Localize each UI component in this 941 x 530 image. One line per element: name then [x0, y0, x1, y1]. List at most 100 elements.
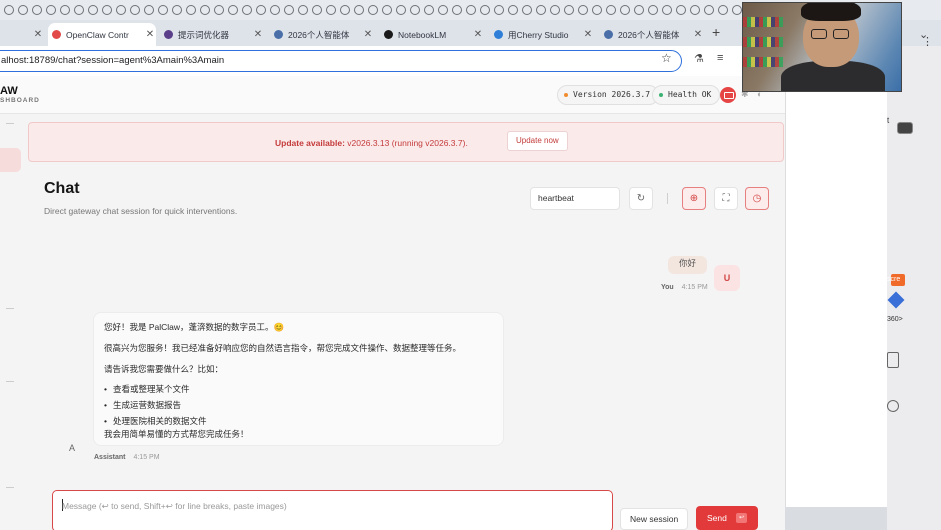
assistant-closing: 我会用简单易懂的方式帮您完成任务！: [104, 429, 249, 439]
bookmark-icon[interactable]: [564, 5, 574, 15]
close-icon[interactable]: ✕: [362, 29, 374, 40]
background-window: t scre 360>: [887, 46, 941, 530]
bookmark-icon[interactable]: [578, 5, 588, 15]
bookmark-star-icon[interactable]: ☆: [661, 51, 672, 65]
lab-flask-icon[interactable]: ⚗: [694, 52, 704, 65]
bookmark-icon[interactable]: [60, 5, 70, 15]
bookmark-icon[interactable]: [620, 5, 630, 15]
new-tab-icon[interactable]: +: [712, 24, 720, 40]
health-text: Health OK: [668, 90, 712, 99]
bookmark-icon[interactable]: [396, 5, 406, 15]
bookmark-icon[interactable]: [690, 5, 700, 15]
bookmark-icon[interactable]: [634, 5, 644, 15]
bookmark-icon[interactable]: [592, 5, 602, 15]
bookmark-icon[interactable]: [494, 5, 504, 15]
bookmark-icon[interactable]: [46, 5, 56, 15]
bookmark-icon[interactable]: [298, 5, 308, 15]
bookmark-icon[interactable]: [522, 5, 532, 15]
bookmark-icon[interactable]: [186, 5, 196, 15]
phone-icon[interactable]: [887, 352, 899, 368]
bookmark-icon[interactable]: [4, 5, 14, 15]
bookmark-icon[interactable]: [284, 5, 294, 15]
close-icon[interactable]: ✕: [582, 29, 594, 40]
close-icon[interactable]: ✕: [144, 29, 156, 40]
bookmark-icon[interactable]: [676, 5, 686, 15]
close-icon[interactable]: ✕: [252, 29, 264, 40]
bookmark-icon[interactable]: [438, 5, 448, 15]
bookmark-icon[interactable]: [340, 5, 350, 15]
bookmark-icon[interactable]: [228, 5, 238, 15]
bookmark-icon[interactable]: [200, 5, 210, 15]
screen-share-icon[interactable]: [720, 87, 736, 103]
list-item: 查看或整理某个文件: [104, 383, 190, 395]
bookmark-icon[interactable]: [270, 5, 280, 15]
bookmark-icon[interactable]: [256, 5, 266, 15]
tab-notebooklm[interactable]: NotebookLM ✕: [380, 23, 484, 46]
tab-title: 提示词优化器: [178, 29, 230, 40]
bookmark-icon[interactable]: [158, 5, 168, 15]
bookmark-icon[interactable]: [424, 5, 434, 15]
tab-prompt-optimizer[interactable]: 提示词优化器 ✕: [160, 23, 264, 46]
bookmark-icon[interactable]: [732, 5, 742, 15]
tab-article-1[interactable]: 2026个人智能体 ✕: [270, 23, 374, 46]
send-button[interactable]: Send ↩: [696, 506, 758, 530]
bookmark-icon[interactable]: [452, 5, 462, 15]
bookmark-icon[interactable]: [214, 5, 224, 15]
bookmark-icon[interactable]: [116, 5, 126, 15]
list-item: 处理医院相关的数据文件: [104, 415, 207, 427]
bookmark-icon[interactable]: [354, 5, 364, 15]
bookmark-icon[interactable]: [662, 5, 672, 15]
brain-toggle-icon[interactable]: ⊕: [682, 187, 706, 210]
bookmark-icon[interactable]: [368, 5, 378, 15]
menu-icon[interactable]: [897, 122, 913, 134]
session-select[interactable]: heartbeat: [530, 187, 620, 210]
bookmark-icon[interactable]: [326, 5, 336, 15]
tab-partial[interactable]: ✕: [0, 23, 44, 46]
bookmark-icon[interactable]: [88, 5, 98, 15]
assistant-message-bubble: 您好！我是 PalClaw，蓬渀数据的数字员工。😊 很高兴为您服务！我已经准备好…: [93, 312, 504, 446]
bookmark-icon[interactable]: [312, 5, 322, 15]
prompt-optimizer-favicon-icon: [164, 30, 173, 39]
tab-article-2[interactable]: 2026个人智能体 ✕: [600, 23, 704, 46]
bookmark-icon[interactable]: [74, 5, 84, 15]
bookmark-icon[interactable]: [648, 5, 658, 15]
focus-mode-icon[interactable]: ⛶: [714, 187, 738, 210]
refresh-icon[interactable]: ↻: [629, 187, 653, 210]
bookmark-icon[interactable]: [508, 5, 518, 15]
url-input[interactable]: alhost:18789/chat?session=agent%3Amain%3…: [0, 50, 682, 72]
update-now-button[interactable]: Update now: [507, 131, 568, 151]
message-composer[interactable]: Message (↩ to send, Shift+↩ for line bre…: [52, 490, 613, 530]
side-text-fragment: 360>: [887, 316, 903, 323]
bookmark-icon[interactable]: [704, 5, 714, 15]
close-icon[interactable]: ✕: [472, 29, 484, 40]
close-icon[interactable]: ✕: [692, 29, 704, 40]
tab-title: OpenClaw Contr: [66, 29, 129, 40]
bookmark-icon[interactable]: [606, 5, 616, 15]
sidebar-active-item[interactable]: [0, 148, 21, 172]
more-menu-icon[interactable]: ⋮: [922, 35, 933, 48]
tab-cherry-studio[interactable]: 用Cherry Studio ✕: [490, 23, 594, 46]
bookmark-icon[interactable]: [18, 5, 28, 15]
new-session-button[interactable]: New session: [620, 508, 689, 530]
tab-openclaw[interactable]: OpenClaw Contr ✕: [48, 23, 156, 46]
bookmark-icon[interactable]: [466, 5, 476, 15]
cron-clock-icon[interactable]: ◷: [745, 187, 769, 210]
playlist-icon[interactable]: ≡: [717, 52, 723, 64]
bookmark-icon[interactable]: [32, 5, 42, 15]
bookmark-icon[interactable]: [536, 5, 546, 15]
chevron-icon[interactable]: t: [887, 116, 889, 125]
message-input[interactable]: Message (↩ to send, Shift+↩ for line bre…: [62, 501, 287, 512]
bookmark-icon[interactable]: [172, 5, 182, 15]
bookmark-icon[interactable]: [718, 5, 728, 15]
bookmark-icon[interactable]: [550, 5, 560, 15]
close-icon[interactable]: ✕: [32, 29, 44, 40]
sender-name: Assistant: [94, 454, 126, 461]
bookmark-icon[interactable]: [242, 5, 252, 15]
bookmark-icon[interactable]: [382, 5, 392, 15]
chat-bubble-icon[interactable]: [887, 400, 899, 412]
bookmark-icon[interactable]: [102, 5, 112, 15]
bookmark-icon[interactable]: [410, 5, 420, 15]
bookmark-icon[interactable]: [144, 5, 154, 15]
bookmark-icon[interactable]: [480, 5, 490, 15]
bookmark-icon[interactable]: [130, 5, 140, 15]
